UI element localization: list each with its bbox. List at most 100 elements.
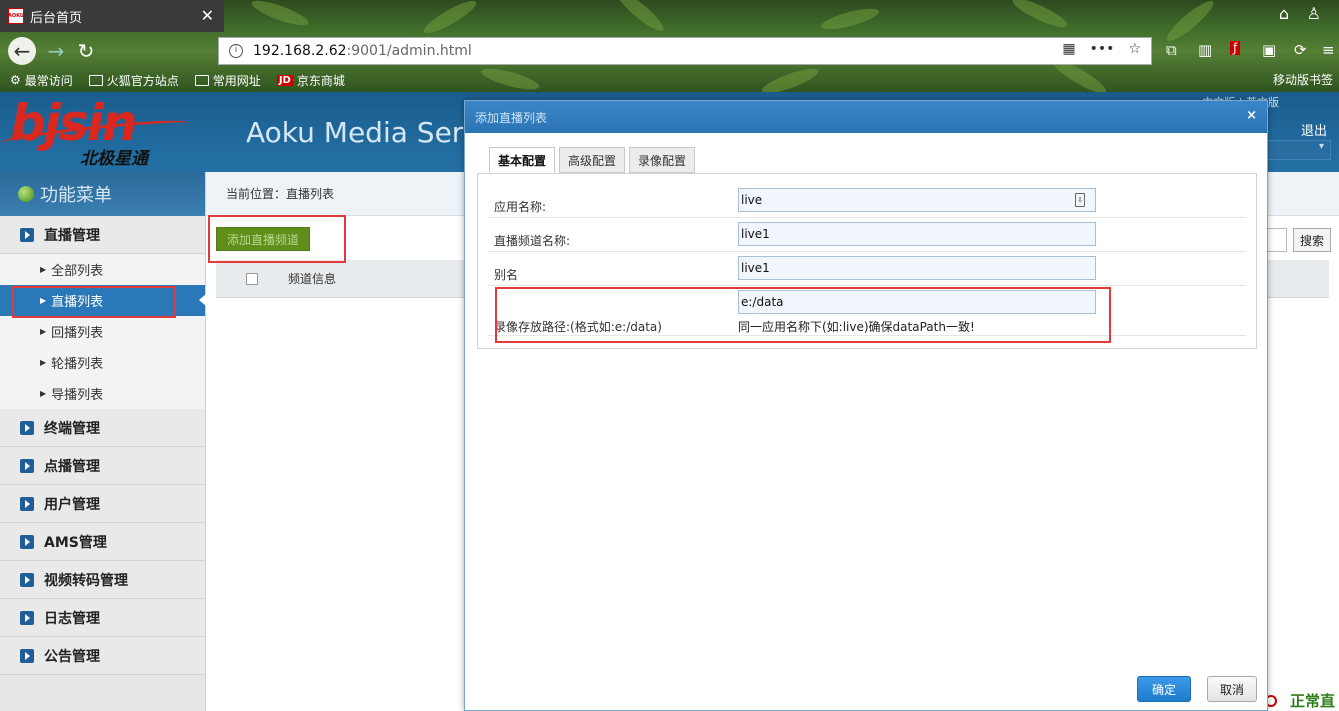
flash-icon[interactable]: ƒ [1230, 41, 1241, 55]
reload-button[interactable]: ↻ [72, 37, 100, 65]
arrow-right-icon: ▶ [40, 389, 47, 398]
dialog-title: 添加直播列表 [475, 110, 548, 125]
gear-icon: ⚙ [10, 73, 21, 87]
bookmark-star-icon[interactable]: ☆ [1128, 41, 1141, 57]
arrow-right-icon: ▶ [40, 358, 47, 367]
bookmark-label: 最常访问 [24, 73, 73, 88]
sidebar-item-live-list[interactable]: ▶ 直播列表 [0, 285, 206, 316]
site-info-icon[interactable]: i [229, 44, 243, 58]
sidebar-item-director-list[interactable]: ▶ 导播列表 [0, 378, 205, 409]
extension-icon[interactable]: ▣ [1262, 41, 1276, 59]
bookmark-common-sites[interactable]: 常用网址 [194, 72, 261, 89]
dialog-footer: 确定 取消 [1136, 676, 1257, 702]
folder-icon [88, 74, 103, 86]
sidebar-icon[interactable]: ▥ [1198, 41, 1212, 59]
library-icon[interactable]: ⧉ [1166, 41, 1177, 59]
browser-tab[interactable]: AOKU 后台首页 ✕ [0, 0, 224, 32]
add-live-list-dialog: 添加直播列表 × 基本配置 高级配置 录像配置 应用名称: live ⇩ 直播频… [464, 100, 1268, 711]
sidebar-group-vod[interactable]: 点播管理 [0, 447, 205, 485]
sidebar-group-users[interactable]: 用户管理 [0, 485, 205, 523]
form-row-app-name: 应用名称: live ⇩ [488, 184, 1246, 218]
tab-advanced-config[interactable]: 高级配置 [559, 147, 626, 173]
tab-close-icon[interactable]: ✕ [201, 6, 214, 25]
url-path: :9001/admin.html [346, 43, 472, 59]
sidebar-group-label: 日志管理 [44, 610, 100, 627]
bookmark-label: 常用网址 [212, 73, 261, 88]
sidebar-group-label: 点播管理 [44, 458, 100, 475]
home-icon[interactable]: ⌂ [1279, 4, 1289, 23]
sidebar-group-transcode[interactable]: 视频转码管理 [0, 561, 205, 599]
status-text: 正常直 [1289, 692, 1335, 710]
qr-code-icon[interactable]: ▦ [1062, 41, 1075, 57]
tab-record-config[interactable]: 录像配置 [629, 147, 696, 173]
navigation-bar: ← → ↻ i 192.168.2.62:9001/admin.html ▦ •… [0, 34, 1339, 68]
autofill-icon[interactable]: ⇩ [1075, 193, 1085, 207]
more-icon[interactable]: ••• [1090, 41, 1115, 57]
cancel-button[interactable]: 取消 [1206, 676, 1257, 702]
sidebar-item-label: 轮播列表 [51, 357, 104, 372]
mobile-bookmarks[interactable]: 移动版书签 [1273, 71, 1333, 88]
form-row-alias: 别名 live1 [488, 252, 1246, 286]
forward-button[interactable]: → [42, 37, 70, 65]
record-path-input[interactable]: e:/data [738, 290, 1096, 314]
browser-chrome: AOKU 后台首页 ✕ ⌂ ♙ ← → ↻ i 192.168.2.62:900… [0, 0, 1339, 92]
form-panel: 应用名称: live ⇩ 直播频道名称: live1 别名 live1 录像存放… [477, 173, 1257, 349]
record-path-value: e:/data [741, 295, 784, 309]
dialog-tabs: 基本配置 高级配置 录像配置 [489, 147, 696, 173]
logo-cn: 北极星通 [80, 149, 148, 169]
select-all-checkbox[interactable] [246, 272, 258, 285]
search-button[interactable]: 搜索 [1292, 228, 1331, 252]
alias-value: live1 [741, 261, 770, 275]
channel-name-value: live1 [741, 227, 770, 241]
logout-link[interactable]: 退出 [1301, 120, 1327, 139]
bookmark-most-visited[interactable]: ⚙ 最常访问 [10, 72, 73, 89]
add-live-channel-button[interactable]: 添加直播频道 [216, 227, 311, 251]
header-select[interactable]: ▾ [1263, 140, 1331, 160]
bookmarks-bar: ⚙ 最常访问 火狐官方站点 常用网址 JD 京东商城 [0, 69, 1339, 91]
bookmark-label: 火狐官方站点 [106, 73, 179, 88]
form-row-record-path: 录像存放路径:(格式如:e:/data) e:/data 同一应用名称下(如:l… [488, 286, 1246, 336]
channel-name-input[interactable]: live1 [738, 222, 1096, 246]
sidebar-item-label: 全部列表 [51, 264, 104, 279]
sidebar-group-logs[interactable]: 日志管理 [0, 599, 205, 637]
sidebar-item-all-list[interactable]: ▶ 全部列表 [0, 254, 205, 285]
close-icon[interactable]: × [1246, 108, 1257, 123]
sidebar-group-notices[interactable]: 公告管理 [0, 637, 205, 675]
sidebar-title: 功能菜单 [40, 185, 112, 206]
sidebar-item-label: 回播列表 [51, 326, 104, 341]
globe-icon [18, 186, 34, 202]
sidebar-group-ams[interactable]: AMS管理 [0, 523, 205, 561]
url-host: 192.168.2.62 [253, 43, 347, 59]
form-row-channel-name: 直播频道名称: live1 [488, 218, 1246, 252]
bookmark-firefox-site[interactable]: 火狐官方站点 [88, 72, 179, 89]
sidebar-item-replay-list[interactable]: ▶ 回播列表 [0, 316, 205, 347]
favicon-icon: AOKU [8, 8, 24, 24]
sidebar-group-terminal[interactable]: 终端管理 [0, 409, 205, 447]
dialog-title-bar: 添加直播列表 × [465, 101, 1267, 133]
folder-icon [194, 74, 209, 86]
app-name-value: live [741, 193, 763, 207]
sidebar-group-label: 视频转码管理 [44, 572, 128, 589]
menu-icon[interactable]: ≡ [1322, 41, 1335, 59]
sidebar-item-carousel-list[interactable]: ▶ 轮播列表 [0, 347, 205, 378]
sidebar-group-live[interactable]: 直播管理 [0, 216, 205, 254]
back-button[interactable]: ← [8, 37, 36, 65]
bookmark-label: 京东商城 [296, 73, 345, 88]
record-path-label: 录像存放路径:(格式如:e:/data) [494, 320, 662, 334]
play-icon [20, 458, 34, 473]
play-icon [20, 610, 34, 625]
sidebar: 功能菜单 直播管理 ▶ 全部列表 ▶ 直播列表 ▶ 回播列表 ▶ 轮播列表 ▶ 导播列表 … [0, 172, 206, 711]
sync-icon[interactable]: ⟳ [1294, 41, 1307, 59]
alias-input[interactable]: live1 [738, 256, 1096, 280]
play-icon [20, 572, 34, 587]
column-channel-info: 频道信息 [288, 272, 337, 286]
sidebar-item-label: 导播列表 [51, 388, 104, 403]
tab-title: 后台首页 [30, 10, 83, 26]
tab-basic-config[interactable]: 基本配置 [489, 147, 556, 173]
account-icon[interactable]: ♙ [1307, 4, 1321, 23]
app-name-input[interactable]: live ⇩ [738, 188, 1096, 212]
bookmark-jd[interactable]: JD 京东商城 [276, 72, 345, 89]
address-bar[interactable]: i 192.168.2.62:9001/admin.html ▦ ••• ☆ [218, 37, 1152, 65]
app-name-label: 应用名称: [494, 200, 547, 214]
confirm-button[interactable]: 确定 [1136, 676, 1191, 702]
